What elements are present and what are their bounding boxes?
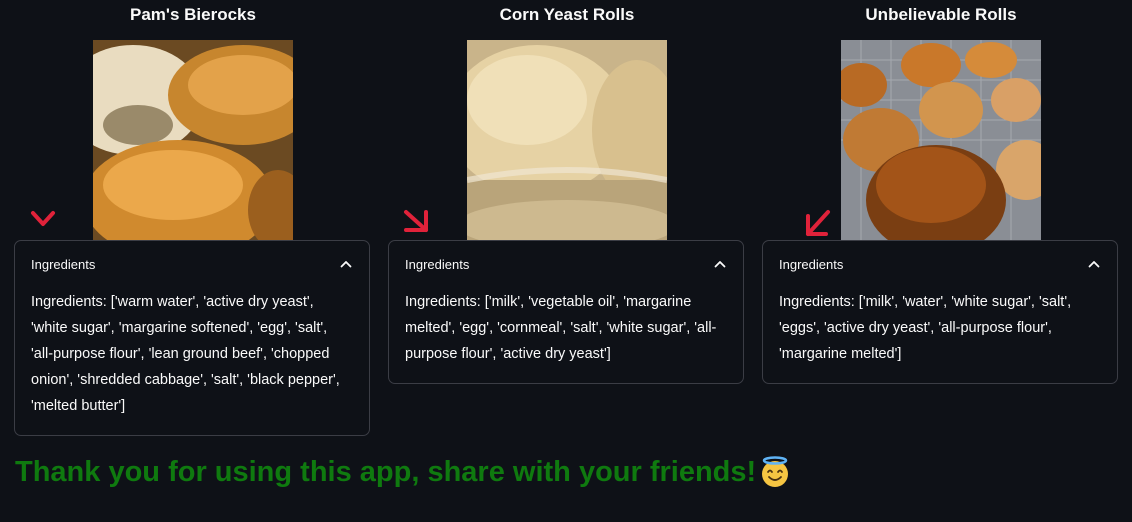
smiling-face-with-halo-icon: [759, 456, 791, 488]
annotation-arrow: [804, 208, 832, 243]
expander-label: Ingredients: [779, 256, 844, 272]
expander-header[interactable]: Ingredients: [763, 241, 1117, 287]
thank-you-message: Thank you for using this app, share with…: [15, 452, 791, 492]
recipe-image: [93, 40, 293, 240]
recipe-image: [841, 40, 1041, 240]
ingredients-expander: Ingredients Ingredients: ['milk', 'water…: [762, 240, 1118, 384]
chevron-up-icon[interactable]: [339, 257, 353, 271]
ingredients-text: Ingredients: ['warm water', 'active dry …: [31, 294, 340, 414]
recipe-title: Pam's Bierocks: [130, 5, 256, 24]
ingredients-text: Ingredients: ['milk', 'water', 'white su…: [779, 294, 1072, 362]
recipe-title: Unbelievable Rolls: [865, 5, 1017, 24]
ingredients-expander: Ingredients Ingredients: ['milk', 'veget…: [388, 240, 744, 384]
thank-you-text: Thank you for using this app, share with…: [15, 456, 757, 488]
annotation-arrow: [402, 208, 430, 241]
recipe-image: [467, 40, 667, 240]
expander-header[interactable]: Ingredients: [389, 241, 743, 287]
chevron-up-icon[interactable]: [713, 257, 727, 271]
chevron-up-icon[interactable]: [1087, 257, 1101, 271]
annotation-arrow: [30, 210, 56, 241]
recipe-title: Corn Yeast Rolls: [499, 5, 635, 24]
expander-header[interactable]: Ingredients: [15, 241, 369, 287]
ingredients-text: Ingredients: ['milk', 'vegetable oil', '…: [405, 294, 717, 362]
expander-label: Ingredients: [405, 256, 470, 272]
ingredients-expander: Ingredients Ingredients: ['warm water', …: [14, 240, 370, 436]
expander-label: Ingredients: [31, 256, 96, 272]
